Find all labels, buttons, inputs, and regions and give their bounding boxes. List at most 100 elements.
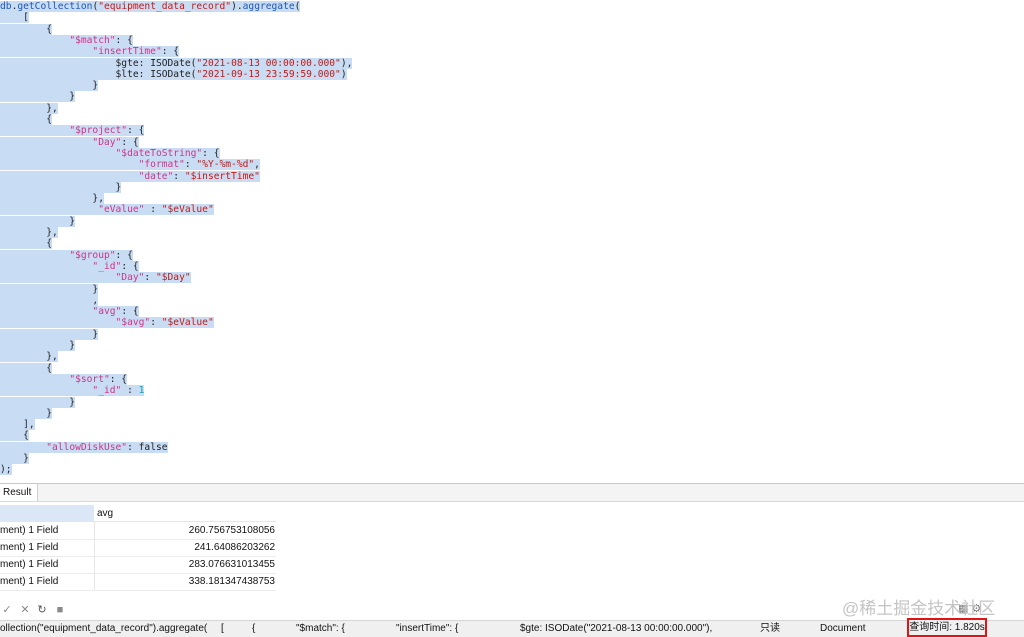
code-token: "$project" [69,125,128,137]
code-token: { [0,238,52,250]
code-line: { [0,238,52,250]
code-line: "allowDiskUse": false [0,441,168,453]
code-token: : [184,159,197,171]
table-row[interactable]: ment) 1 Field 241.64086203262 [0,539,276,557]
code-token: "allowDiskUse" [46,441,128,453]
code-token: "$avg" [115,317,151,329]
selected-text: } [0,91,76,103]
doc-cell: ment) 1 Field [0,573,95,590]
code-line: ); [0,464,12,476]
selected-text: { [0,23,52,35]
code-line: "insertTime": { [0,46,180,58]
refresh-icon[interactable]: ↻ [35,602,49,618]
code-token: : [144,204,162,216]
code-token: { [0,114,52,125]
code-token: ( [294,1,301,12]
code-token: , [254,159,260,171]
stop-icon[interactable]: ■ [53,602,67,618]
code-line: } [0,283,99,295]
code-token: : { [109,373,128,385]
status-mode: 只读 [760,623,780,634]
selected-text: "eValue" : "$eValue" [0,204,214,216]
code-token: "$dateToString" [115,147,203,159]
table-row[interactable]: ment) 1 Field 283.076631013455 [0,556,276,574]
table-row[interactable]: ment) 1 Field 338.181347438753 [0,573,276,591]
code-line: { [0,362,52,374]
code-line: { [0,114,52,125]
code-token: 1 [138,385,145,397]
close-icon[interactable]: ✕ [18,602,32,618]
code-line: } [0,91,76,103]
check-icon[interactable]: ✓ [0,602,14,618]
query-editor[interactable]: db.getCollection("equipment_data_record"… [0,0,1024,483]
code-token: "Day" [92,136,122,148]
code-token: [ [0,12,29,24]
code-token: "format" [138,159,185,171]
code-token: } [0,283,99,295]
code-token: "_id" [92,385,122,397]
code-token: { [0,362,52,374]
code-token: $gte [115,57,139,69]
code-line: "$dateToString": { [0,147,220,159]
doc-cell: ment) 1 Field [0,556,95,573]
grid-header-corner[interactable] [0,505,95,522]
code-token: "$eValue" [161,204,214,216]
selected-text: "_id": { [0,260,139,272]
table-row[interactable]: ment) 1 Field 260.756753108056 [0,522,276,540]
selected-text: { [0,430,29,442]
selected-text: $gte: ISODate("2021-08-13 00:00:00.000")… [0,57,353,69]
code-token: : [138,57,151,69]
code-token: } [0,91,76,103]
selected-text: "$dateToString": { [0,147,220,159]
selected-text: "format": "%Y-%m-%d", [0,159,260,171]
selected-text: } [0,80,99,92]
selected-text: [ [0,12,29,24]
selected-text: "$match": { [0,34,133,46]
code-token: false [138,441,168,453]
code-line: { [0,23,52,35]
code-line: "Day": { [0,136,139,148]
selected-text: "Day": "$Day" [0,272,191,284]
code-line: "$avg": "$eValue" [0,317,214,329]
selected-text: } [0,328,99,340]
code-token: "avg" [92,306,122,318]
code-token: ISODate [150,68,191,80]
code-line: "eValue" : "$eValue" [0,204,214,216]
code-token: , [0,294,99,306]
code-line: } [0,340,76,351]
status-view[interactable]: Document [820,621,866,637]
selected-text: } [0,396,76,408]
code-token: } [0,328,99,340]
code-token: : { [127,125,145,137]
code-line: }, [0,351,58,363]
code-line: "$project": { [0,125,145,137]
code-token: } [0,407,52,419]
code-line: $gte: ISODate("2021-08-13 00:00:00.000")… [0,57,353,69]
column-header-avg[interactable]: avg [94,505,276,522]
code-line: "$match": { [0,34,133,46]
code-line: "_id": { [0,260,139,272]
code-token: "$Day" [155,272,191,284]
status-query-part: [ [221,623,224,634]
code-token: "date" [138,170,174,182]
selected-text: { [0,114,52,125]
doc-cell: ment) 1 Field [0,539,95,556]
code-token: : { [115,34,133,46]
code-token: "_id" [92,260,122,272]
tab-result[interactable]: Result [0,484,39,501]
status-query-part: "insertTime": { [396,623,459,634]
code-token: aggregate [242,1,295,12]
code-line: db.getCollection("equipment_data_record"… [0,1,301,12]
code-token: "$eValue" [161,317,214,329]
result-grid: avg ment) 1 Field 260.756753108056 ment)… [0,505,1024,597]
selected-text: } [0,283,99,295]
code-token: "Day" [115,272,145,284]
selected-text: "$group": { [0,249,133,261]
